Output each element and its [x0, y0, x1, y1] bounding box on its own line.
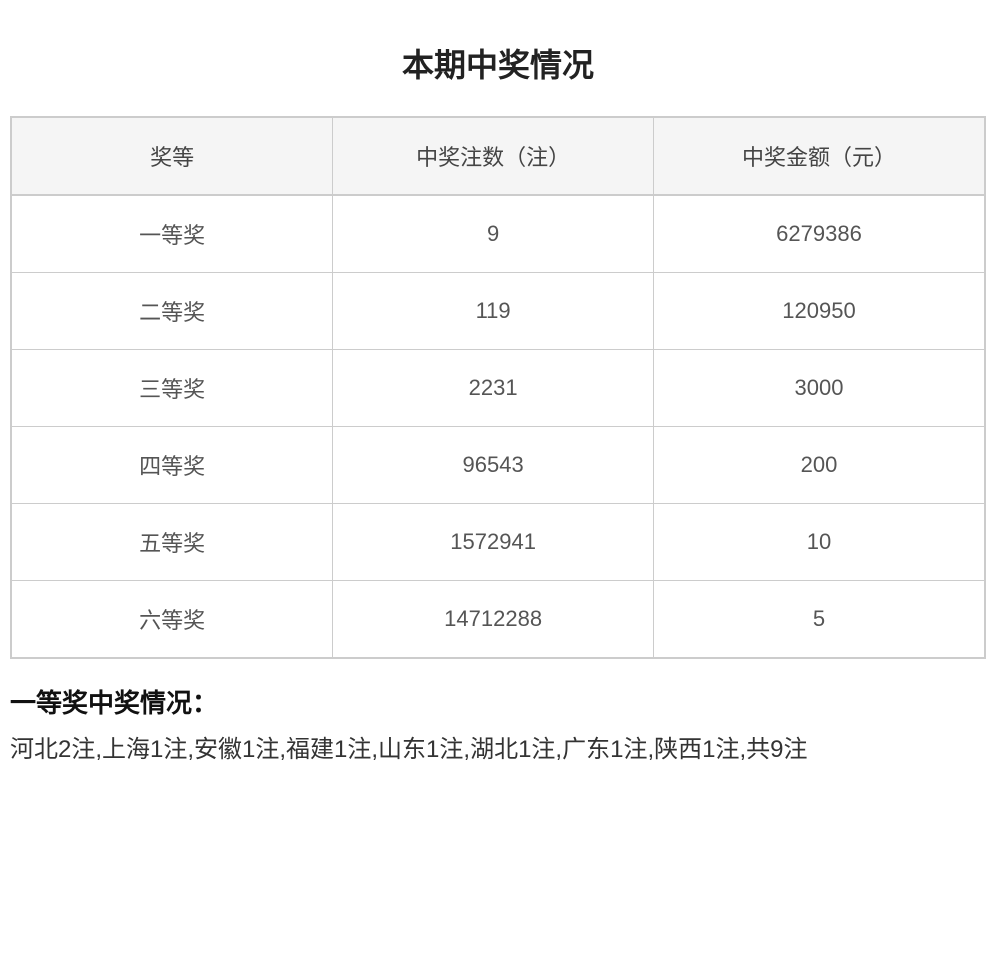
cell-amount: 5	[654, 581, 985, 659]
page-container: 本期中奖情况 奖等 中奖注数（注） 中奖金额（元） 一等奖96279386二等奖…	[0, 0, 996, 791]
col-header-amount: 中奖金额（元）	[654, 118, 985, 195]
page-title: 本期中奖情况	[10, 20, 986, 116]
table-row: 五等奖157294110	[12, 504, 984, 581]
cell-count: 2231	[333, 350, 654, 427]
table-row: 三等奖22313000	[12, 350, 984, 427]
cell-prize-level: 三等奖	[12, 350, 333, 427]
prize-table: 奖等 中奖注数（注） 中奖金额（元） 一等奖96279386二等奖1191209…	[12, 118, 984, 659]
cell-count: 14712288	[333, 581, 654, 659]
prize-table-wrapper: 奖等 中奖注数（注） 中奖金额（元） 一等奖96279386二等奖1191209…	[10, 116, 986, 659]
cell-prize-level: 五等奖	[12, 504, 333, 581]
cell-amount: 6279386	[654, 195, 985, 273]
first-prize-section-title: 一等奖中奖情况：	[10, 659, 986, 730]
cell-prize-level: 四等奖	[12, 427, 333, 504]
cell-count: 96543	[333, 427, 654, 504]
cell-count: 1572941	[333, 504, 654, 581]
table-row: 六等奖147122885	[12, 581, 984, 659]
cell-count: 119	[333, 273, 654, 350]
table-header-row: 奖等 中奖注数（注） 中奖金额（元）	[12, 118, 984, 195]
table-row: 二等奖119120950	[12, 273, 984, 350]
cell-prize-level: 一等奖	[12, 195, 333, 273]
cell-amount: 10	[654, 504, 985, 581]
cell-amount: 200	[654, 427, 985, 504]
col-header-count: 中奖注数（注）	[333, 118, 654, 195]
cell-amount: 3000	[654, 350, 985, 427]
cell-prize-level: 六等奖	[12, 581, 333, 659]
col-header-prize-level: 奖等	[12, 118, 333, 195]
cell-prize-level: 二等奖	[12, 273, 333, 350]
first-prize-section-content: 河北2注,上海1注,安徽1注,福建1注,山东1注,湖北1注,广东1注,陕西1注,…	[10, 730, 986, 771]
table-row: 一等奖96279386	[12, 195, 984, 273]
cell-amount: 120950	[654, 273, 985, 350]
table-row: 四等奖96543200	[12, 427, 984, 504]
cell-count: 9	[333, 195, 654, 273]
